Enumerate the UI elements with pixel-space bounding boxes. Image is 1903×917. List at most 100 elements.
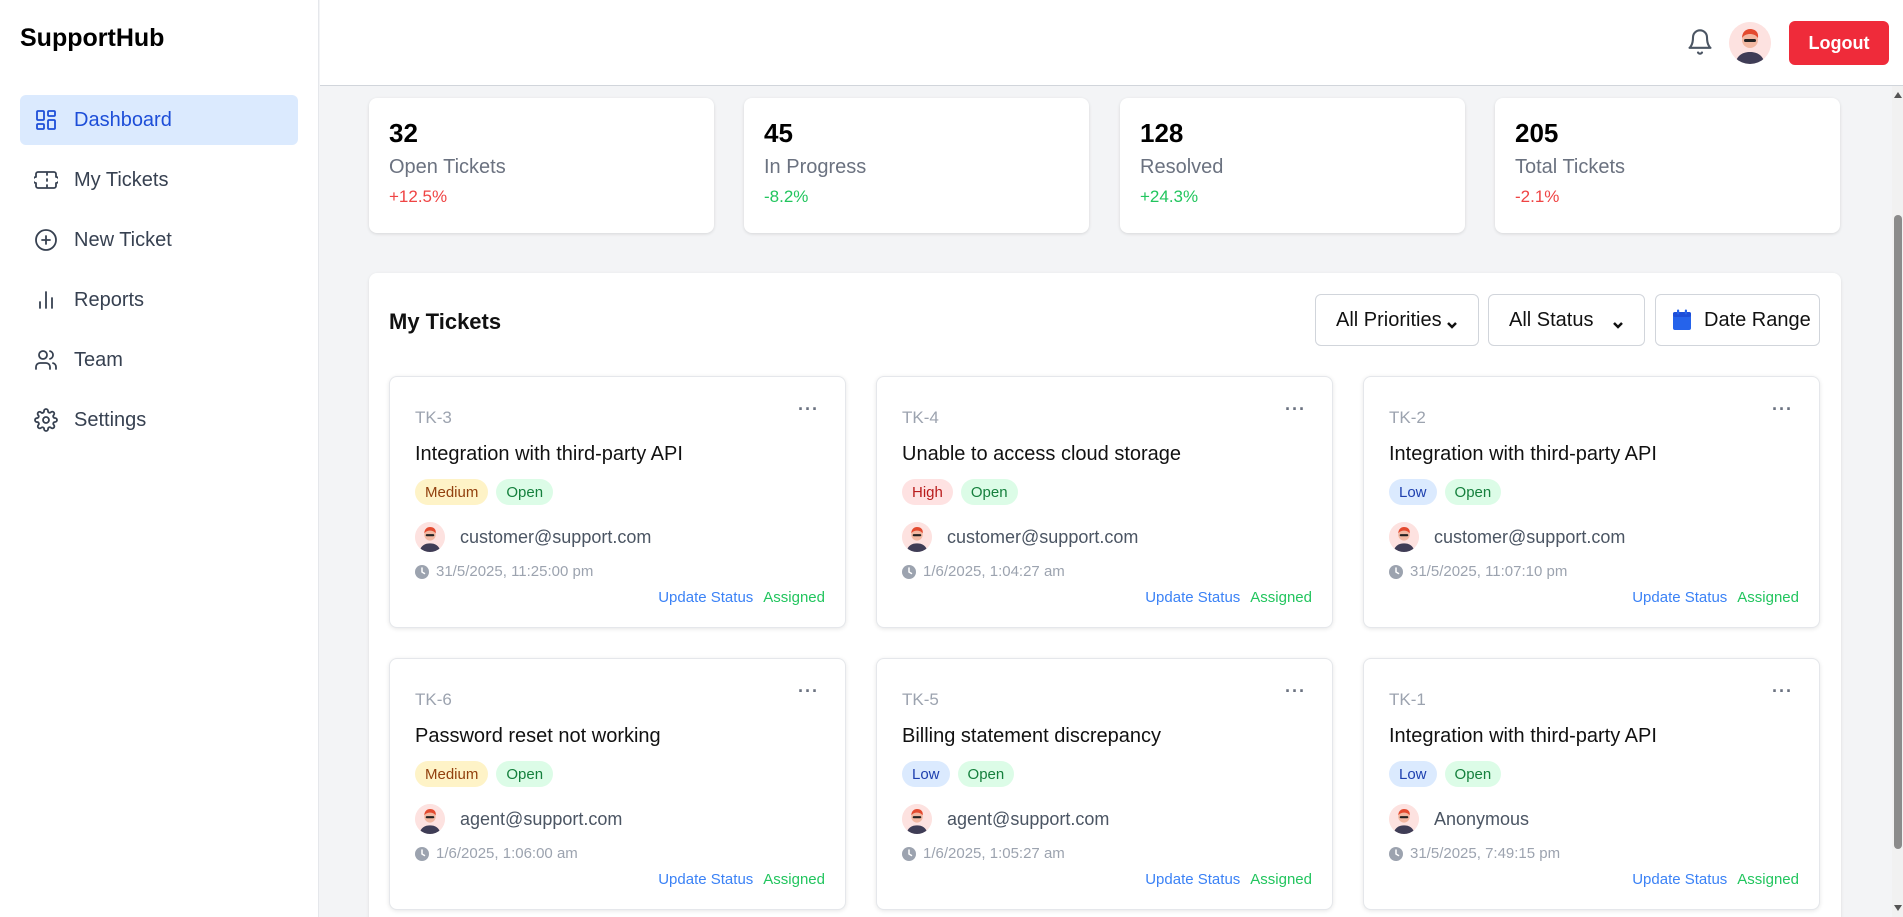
priority-badge: High bbox=[902, 479, 953, 505]
status-badge: Open bbox=[957, 761, 1015, 787]
avatar[interactable] bbox=[1729, 22, 1771, 64]
stat-change: -8.2% bbox=[764, 187, 809, 206]
stat-value: 45 bbox=[764, 118, 793, 148]
sidebar-item-my-tickets[interactable]: My Tickets bbox=[20, 155, 298, 205]
assigned-label: Assigned bbox=[1250, 589, 1312, 606]
dashboard-icon bbox=[34, 108, 58, 132]
users-icon bbox=[34, 348, 58, 372]
logout-button[interactable]: Logout bbox=[1789, 21, 1889, 65]
panel-title: My Tickets bbox=[389, 309, 502, 334]
tickets-panel: My Tickets All Priorities All Status Dat… bbox=[369, 273, 1841, 917]
ticket-time: 31/5/2025, 11:07:10 pm bbox=[1410, 563, 1568, 580]
update-status-link[interactable]: Update Status bbox=[1632, 589, 1727, 606]
update-status-link[interactable]: Update Status bbox=[658, 871, 753, 888]
ticket-id: TK-5 bbox=[902, 690, 939, 709]
priority-filter-select[interactable]: All Priorities bbox=[1315, 294, 1479, 346]
sidebar-item-label: New Ticket bbox=[74, 228, 172, 251]
avatar bbox=[1389, 804, 1419, 834]
sidebar-nav: Dashboard My Tickets New Ticket Reports … bbox=[20, 95, 298, 455]
date-range-button[interactable]: Date Range bbox=[1655, 294, 1820, 346]
more-options-icon[interactable]: ··· bbox=[798, 399, 819, 420]
status-badge: Open bbox=[1444, 479, 1502, 505]
stat-card-in-progress: 45 In Progress -8.2% bbox=[744, 98, 1089, 233]
stat-change: +24.3% bbox=[1140, 187, 1199, 206]
ticket-user: customer@support.com bbox=[460, 526, 652, 547]
stat-card-resolved: 128 Resolved +24.3% bbox=[1120, 98, 1465, 233]
update-status-link[interactable]: Update Status bbox=[1145, 589, 1240, 606]
ticket-time: 1/6/2025, 1:04:27 am bbox=[923, 563, 1065, 580]
scroll-up-arrow-icon[interactable] bbox=[1894, 92, 1902, 98]
stat-value: 205 bbox=[1515, 118, 1559, 148]
stat-card-total: 205 Total Tickets -2.1% bbox=[1495, 98, 1840, 233]
ticket-id: TK-4 bbox=[902, 408, 939, 427]
scroll-down-arrow-icon[interactable] bbox=[1894, 905, 1902, 911]
priority-badge: Low bbox=[1389, 479, 1437, 505]
stat-value: 32 bbox=[389, 118, 418, 148]
ticket-title: Unable to access cloud storage bbox=[902, 443, 1182, 465]
sidebar-item-label: Reports bbox=[74, 288, 145, 311]
avatar bbox=[415, 804, 445, 834]
status-filter-select[interactable]: All Status bbox=[1488, 294, 1645, 346]
ticket-title: Password reset not working bbox=[415, 725, 661, 747]
priority-badge: Low bbox=[902, 761, 950, 787]
stat-label: Total Tickets bbox=[1515, 156, 1626, 178]
ticket-card[interactable]: TK-4 ··· Unable to access cloud storage … bbox=[876, 376, 1333, 628]
update-status-link[interactable]: Update Status bbox=[1632, 871, 1727, 888]
plus-circle-icon bbox=[34, 228, 58, 252]
sidebar-item-reports[interactable]: Reports bbox=[20, 275, 298, 325]
assigned-label: Assigned bbox=[1250, 871, 1312, 888]
ticket-time: 31/5/2025, 7:49:15 pm bbox=[1410, 845, 1561, 862]
ticket-id: TK-2 bbox=[1389, 408, 1426, 427]
ticket-title: Integration with third-party API bbox=[1389, 725, 1657, 747]
sidebar-item-team[interactable]: Team bbox=[20, 335, 298, 385]
more-options-icon[interactable]: ··· bbox=[1285, 399, 1306, 420]
more-options-icon[interactable]: ··· bbox=[1772, 399, 1793, 420]
scrollbar-thumb[interactable] bbox=[1894, 215, 1902, 849]
ticket-time: 31/5/2025, 11:25:00 pm bbox=[436, 563, 594, 580]
assigned-label: Assigned bbox=[763, 871, 825, 888]
sidebar-item-dashboard[interactable]: Dashboard bbox=[20, 95, 298, 145]
stat-change: -2.1% bbox=[1515, 187, 1560, 206]
ticket-card[interactable]: TK-2 ··· Integration with third-party AP… bbox=[1363, 376, 1820, 628]
stat-label: Resolved bbox=[1140, 156, 1224, 178]
update-status-link[interactable]: Update Status bbox=[658, 589, 753, 606]
chevron-down-icon bbox=[1612, 314, 1624, 329]
stat-label: Open Tickets bbox=[389, 156, 506, 178]
sidebar-item-label: Settings bbox=[74, 408, 147, 431]
ticket-time: 1/6/2025, 1:06:00 am bbox=[436, 845, 578, 862]
clock-icon bbox=[902, 846, 916, 861]
calendar-icon bbox=[1672, 309, 1692, 331]
update-status-link[interactable]: Update Status bbox=[1145, 871, 1240, 888]
stat-value: 128 bbox=[1140, 118, 1184, 148]
clock-icon bbox=[1389, 564, 1403, 579]
assigned-label: Assigned bbox=[763, 589, 825, 606]
priority-badge: Low bbox=[1389, 761, 1437, 787]
status-filter-value: All Status bbox=[1509, 308, 1594, 331]
brand-logo: SupportHub bbox=[20, 24, 165, 52]
top-header: Logout bbox=[320, 0, 1903, 86]
more-options-icon[interactable]: ··· bbox=[1285, 681, 1306, 702]
avatar bbox=[1389, 522, 1419, 552]
ticket-card[interactable]: TK-3 ··· Integration with third-party AP… bbox=[389, 376, 846, 628]
ticket-card[interactable]: TK-1 ··· Integration with third-party AP… bbox=[1363, 658, 1820, 910]
ticket-card[interactable]: TK-5 ··· Billing statement discrepancy L… bbox=[876, 658, 1333, 910]
chevron-down-icon bbox=[1446, 314, 1458, 329]
sidebar-item-new-ticket[interactable]: New Ticket bbox=[20, 215, 298, 265]
more-options-icon[interactable]: ··· bbox=[798, 681, 819, 702]
more-options-icon[interactable]: ··· bbox=[1772, 681, 1793, 702]
assigned-label: Assigned bbox=[1737, 871, 1799, 888]
bell-icon[interactable] bbox=[1686, 28, 1714, 58]
ticket-user: customer@support.com bbox=[1434, 526, 1626, 547]
status-badge: Open bbox=[960, 479, 1018, 505]
sidebar-item-label: My Tickets bbox=[74, 168, 169, 191]
ticket-user: agent@support.com bbox=[460, 808, 623, 829]
clock-icon bbox=[415, 846, 429, 861]
ticket-card[interactable]: TK-6 ··· Password reset not working Medi… bbox=[389, 658, 846, 910]
sidebar: SupportHub Dashboard My Tickets New Tick… bbox=[0, 0, 319, 917]
avatar bbox=[902, 522, 932, 552]
gear-icon bbox=[34, 408, 58, 432]
priority-badge: Medium bbox=[415, 761, 489, 787]
priority-filter-value: All Priorities bbox=[1336, 308, 1442, 331]
sidebar-item-label: Dashboard bbox=[74, 108, 172, 131]
sidebar-item-settings[interactable]: Settings bbox=[20, 395, 298, 445]
